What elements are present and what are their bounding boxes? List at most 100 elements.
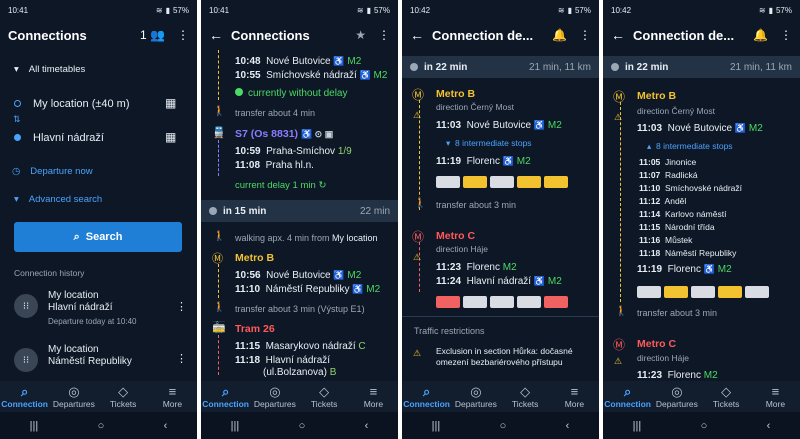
nav-tickets[interactable]: ◇ Tickets — [702, 381, 751, 412]
star-icon[interactable]: ★ — [355, 28, 366, 42]
restriction-item[interactable]: Exclusion in section Hůrka: dočasné omez… — [436, 346, 592, 368]
nav-connection[interactable]: ⌕ Connection — [0, 381, 49, 412]
train-composition — [637, 286, 800, 301]
nav-departures[interactable]: ◎ Departures — [652, 381, 701, 412]
nav-departures[interactable]: ◎ Departures — [451, 381, 500, 412]
item-menu-icon[interactable]: ⋮ — [176, 300, 187, 313]
intermediate-label: 8 intermediate stops — [656, 141, 733, 151]
back-arrow-icon[interactable]: ← — [209, 27, 231, 43]
history-header: Connection history — [14, 268, 85, 278]
nav-label: Tickets — [712, 398, 740, 409]
walk-icon: 🚶 — [615, 306, 628, 317]
metro-icon: Ⓜ — [412, 230, 425, 244]
transfer-info: transfer about 3 min — [436, 200, 517, 210]
connection-header: in 22 min 21 min, 11 km — [402, 56, 599, 78]
screen-search: 10:41 ≋ ▮ 57% Connections 1 👥 ⋮ ▾ All timet… — [0, 0, 197, 439]
recent-apps-icon[interactable]: ||| — [432, 420, 441, 432]
bell-icon[interactable]: 🔔 — [753, 28, 768, 42]
screen-connections: 10:41 ≋ ▮ 57% ← Connections ★ ⋮ 10:48 Nové… — [201, 0, 398, 439]
stop-name: Nové Butovice — [667, 123, 733, 134]
wheelchair-icon: ♿ — [703, 264, 715, 274]
recent-apps-icon[interactable]: ||| — [30, 420, 39, 432]
advanced-search-label: Advanced search — [28, 194, 103, 205]
intermediate-stop: 11:15 Národní třída — [639, 222, 800, 232]
all-timetables-toggle[interactable]: ▾ All timetables — [14, 64, 197, 75]
line-badge: M2 — [366, 284, 381, 295]
back-arrow-icon[interactable]: ← — [410, 27, 432, 43]
map-icon[interactable]: ▦ — [165, 130, 176, 144]
swap-icon[interactable]: ⇅ — [13, 114, 21, 125]
stop-row: 10:55 Smíchovské nádraží ♿ M2 — [235, 70, 398, 81]
carriage — [745, 286, 769, 298]
back-arrow-icon[interactable]: ← — [611, 27, 633, 43]
battery-level: 57% — [574, 5, 591, 15]
carriage — [664, 286, 688, 298]
stop-time: 11:23 — [436, 262, 462, 273]
home-icon[interactable]: ○ — [299, 420, 306, 432]
train-name: S7 (Os 8831) — [235, 128, 299, 140]
recent-apps-icon[interactable]: ||| — [633, 420, 642, 432]
search-button[interactable]: ⌕ Search — [14, 222, 182, 252]
stop-name: Praha-Smíchov — [266, 146, 336, 157]
item-menu-icon[interactable]: ⋮ — [176, 352, 187, 365]
line-badge: M2 — [347, 270, 362, 281]
nav-tickets[interactable]: ◇ Tickets — [99, 381, 148, 412]
advanced-search-toggle[interactable]: ▾ Advanced search — [14, 194, 197, 205]
carriage — [691, 286, 715, 298]
stop-name: Florenc — [466, 156, 500, 167]
departure-time-field[interactable]: ◷ Departure now — [12, 166, 197, 177]
nav-departures[interactable]: ◎ Departures — [250, 381, 299, 412]
app-bar: Connections 1 👥 ⋮ — [0, 20, 197, 50]
page-title: Connections — [231, 27, 310, 43]
system-back-icon[interactable]: ‹ — [566, 420, 570, 432]
overflow-menu-icon[interactable]: ⋮ — [378, 28, 390, 42]
system-back-icon[interactable]: ‹ — [164, 420, 168, 432]
page-title: Connection de... — [432, 27, 534, 43]
nav-connection[interactable]: ⌕ Connection — [201, 381, 250, 412]
overflow-menu-icon[interactable]: ⋮ — [579, 28, 591, 42]
home-icon[interactable]: ○ — [98, 420, 105, 432]
metro-icon: Ⓜ — [613, 338, 626, 352]
nav-more[interactable]: ≡ More — [349, 381, 398, 412]
overflow-menu-icon[interactable]: ⋮ — [780, 28, 792, 42]
nav-connection[interactable]: ⌕ Connection — [603, 381, 652, 412]
from-value: My location (±40 m) — [33, 98, 130, 110]
history-item-text: My location Hlavní nádraží Departure tod… — [48, 290, 197, 328]
map-icon[interactable]: ▦ — [165, 96, 176, 110]
page-title: Connection de... — [633, 27, 735, 43]
nav-more[interactable]: ≡ More — [148, 381, 197, 412]
connection-header[interactable]: in 15 min 22 min — [201, 200, 398, 222]
walk-icon: 🚶 — [213, 231, 226, 242]
stop-time: 11:19 — [637, 264, 663, 275]
stop-row: 11:19 Florenc ♿ M2 — [637, 264, 800, 275]
system-back-icon[interactable]: ‹ — [767, 420, 771, 432]
history-destination: Náměstí Republiky — [48, 356, 132, 367]
app-bar: ← Connections ★ ⋮ — [201, 20, 398, 50]
system-back-icon[interactable]: ‹ — [365, 420, 369, 432]
intermediate-stops-toggle[interactable]: ▾ 8 intermediate stops — [446, 138, 599, 149]
nav-tickets[interactable]: ◇ Tickets — [501, 381, 550, 412]
intermediate-stops-toggle[interactable]: ▴ 8 intermediate stops — [647, 141, 800, 152]
search-button-label: Search — [85, 231, 123, 243]
nav-tickets[interactable]: ◇ Tickets — [300, 381, 349, 412]
recent-apps-icon[interactable]: ||| — [231, 420, 240, 432]
nav-more[interactable]: ≡ More — [751, 381, 800, 412]
stop-name: Nové Butovice — [266, 56, 331, 67]
overflow-menu-icon[interactable]: ⋮ — [177, 28, 189, 42]
passengers-button[interactable]: 1 👥 — [140, 28, 165, 42]
intermediate-label: 8 intermediate stops — [455, 138, 532, 148]
bottom-navigation: ⌕ Connection ◎ Departures ◇ Tickets ≡ More — [603, 381, 800, 412]
nav-more[interactable]: ≡ More — [550, 381, 599, 412]
bell-icon[interactable]: 🔔 — [552, 28, 567, 42]
nav-departures[interactable]: ◎ Departures — [49, 381, 98, 412]
nav-connection[interactable]: ⌕ Connection — [402, 381, 451, 412]
screen-connection-detail: 10:42 ≋ ▮ 57% ← Connection de... 🔔 ⋮ in 22… — [402, 0, 599, 439]
line-badge: M2 — [502, 262, 517, 273]
home-icon[interactable]: ○ — [701, 420, 708, 432]
home-icon[interactable]: ○ — [500, 420, 507, 432]
stop-row: 10:56 Nové Butovice ♿ M2 — [235, 270, 398, 281]
stop-time: 11:15 — [235, 341, 261, 352]
screen-connection-detail-expanded: 10:42 ≋ ▮ 57% ← Connection de... 🔔 ⋮ in 22… — [603, 0, 800, 439]
search-icon: ⌕ — [221, 383, 230, 399]
stop-time: 11:05 — [639, 157, 661, 167]
